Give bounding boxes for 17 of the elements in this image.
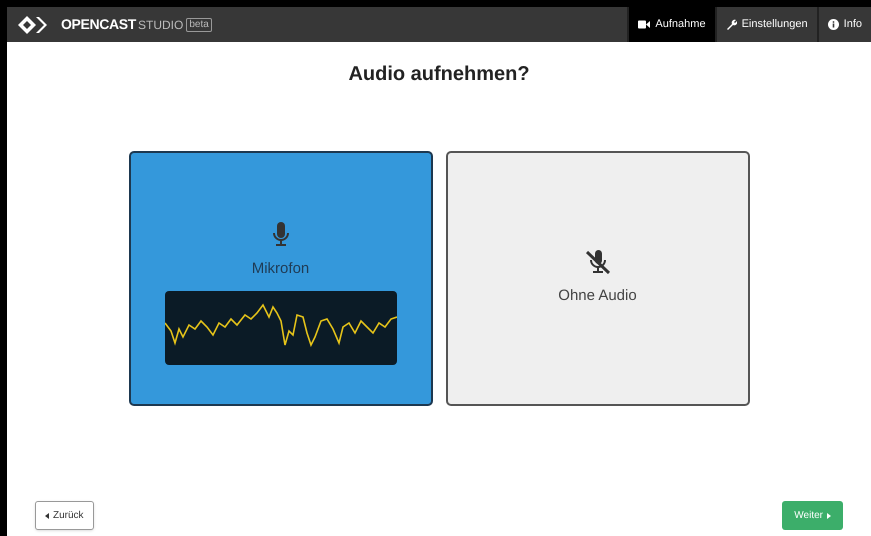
- nav-tab[interactable]: Aufnahme: [627, 7, 715, 42]
- caret-right-icon: [827, 512, 831, 518]
- brand-name: OPENCAST: [61, 15, 136, 34]
- page-title: Audio aufnehmen?: [347, 62, 531, 87]
- wrench-icon: [726, 19, 737, 30]
- muted-microphone-icon: [584, 249, 610, 276]
- microphone-icon: [272, 222, 288, 248]
- info-icon: [828, 19, 839, 30]
- option-label: Mikrofon: [252, 259, 310, 280]
- caret-left-icon: [45, 512, 49, 518]
- beta-badge: beta: [186, 18, 212, 32]
- option-card[interactable]: Mikrofon: [128, 151, 432, 406]
- video-camera-icon: [638, 20, 650, 29]
- product-name: STUDIO: [138, 16, 184, 34]
- back-button[interactable]: Zurück: [35, 501, 94, 530]
- option-label: Ohne Audio: [558, 286, 637, 306]
- option-card[interactable]: Ohne Audio: [446, 151, 750, 406]
